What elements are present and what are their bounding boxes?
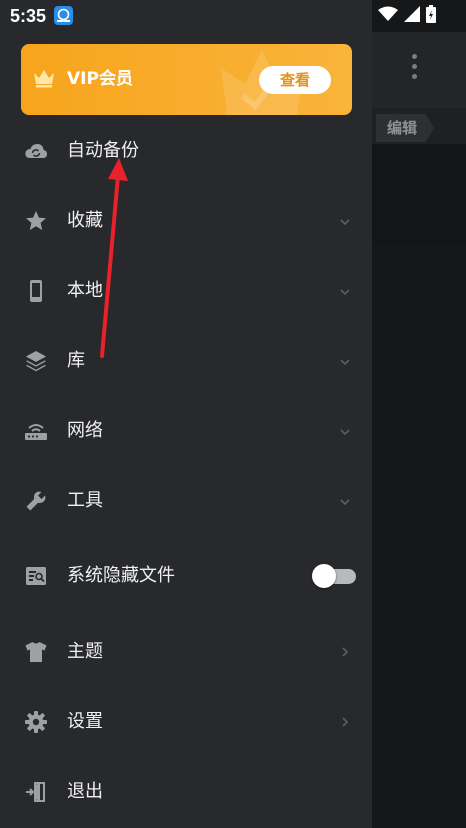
navigation-drawer: VIP会员 查看 自动备份 收藏 本地 库 网络 工具 系统隐藏文件 主题 设置… — [0, 0, 372, 828]
menu-label-local: 本地 — [67, 280, 103, 301]
chevron-down-icon[interactable] — [339, 216, 351, 228]
wrench-icon — [26, 491, 46, 511]
menu-item-favorites[interactable]: 收藏 — [0, 191, 372, 251]
router-icon — [25, 424, 47, 440]
star-icon — [26, 211, 46, 230]
chevron-right-icon[interactable] — [339, 716, 351, 728]
menu-item-exit[interactable]: 退出 — [0, 762, 372, 822]
cloud-sync-icon — [25, 144, 47, 158]
hidden-files-toggle[interactable] — [312, 564, 356, 588]
menu-label-auto-backup: 自动备份 — [67, 140, 139, 161]
menu-item-theme[interactable]: 主题 — [0, 622, 372, 682]
notification-app-icon — [54, 6, 73, 25]
menu-label-exit: 退出 — [67, 781, 103, 802]
signal-icon — [404, 6, 420, 26]
menu-item-tools[interactable]: 工具 — [0, 471, 372, 531]
hidden-file-icon — [26, 567, 46, 585]
layers-icon — [26, 351, 46, 372]
wifi-icon — [378, 6, 398, 26]
chevron-right-icon[interactable] — [339, 646, 351, 658]
menu-item-auto-backup[interactable]: 自动备份 — [0, 121, 372, 181]
chevron-down-icon[interactable] — [339, 496, 351, 508]
status-bar: 5:35 — [0, 0, 466, 32]
menu-label-tools: 工具 — [67, 490, 103, 511]
vip-banner[interactable]: VIP会员 查看 — [21, 44, 352, 115]
status-time: 5:35 — [10, 6, 47, 26]
background-content — [372, 144, 466, 244]
edit-tab[interactable]: 编辑 — [376, 114, 434, 142]
more-options-icon[interactable] — [410, 54, 418, 82]
menu-label-favorites: 收藏 — [67, 210, 103, 231]
menu-label-theme: 主题 — [67, 641, 103, 662]
status-icons — [378, 5, 436, 27]
menu-label-hidden-files: 系统隐藏文件 — [67, 565, 175, 586]
menu-item-library[interactable]: 库 — [0, 331, 372, 391]
menu-label-network: 网络 — [67, 420, 103, 441]
vip-label: VIP会员 — [67, 69, 133, 89]
vip-view-button[interactable]: 查看 — [259, 66, 331, 94]
chevron-down-icon[interactable] — [339, 426, 351, 438]
tshirt-icon — [25, 642, 47, 662]
chevron-down-icon[interactable] — [339, 286, 351, 298]
menu-item-settings[interactable]: 设置 — [0, 692, 372, 752]
battery-icon — [426, 5, 436, 27]
toggle-knob — [312, 564, 336, 588]
background-app-toolbar — [372, 32, 466, 108]
menu-item-hidden-files[interactable]: 系统隐藏文件 — [0, 546, 372, 606]
phone-icon — [30, 280, 42, 302]
menu-item-network[interactable]: 网络 — [0, 401, 372, 461]
gear-icon — [25, 711, 47, 733]
menu-label-settings: 设置 — [67, 711, 103, 732]
exit-icon — [26, 782, 45, 802]
screen: 编辑 5:35 VIP会员 查看 自动备份 收藏 本地 库 网络 工具 系统隐藏… — [0, 0, 466, 828]
menu-label-library: 库 — [67, 350, 85, 371]
menu-item-local[interactable]: 本地 — [0, 261, 372, 321]
chevron-down-icon[interactable] — [339, 356, 351, 368]
crown-icon — [34, 70, 54, 88]
